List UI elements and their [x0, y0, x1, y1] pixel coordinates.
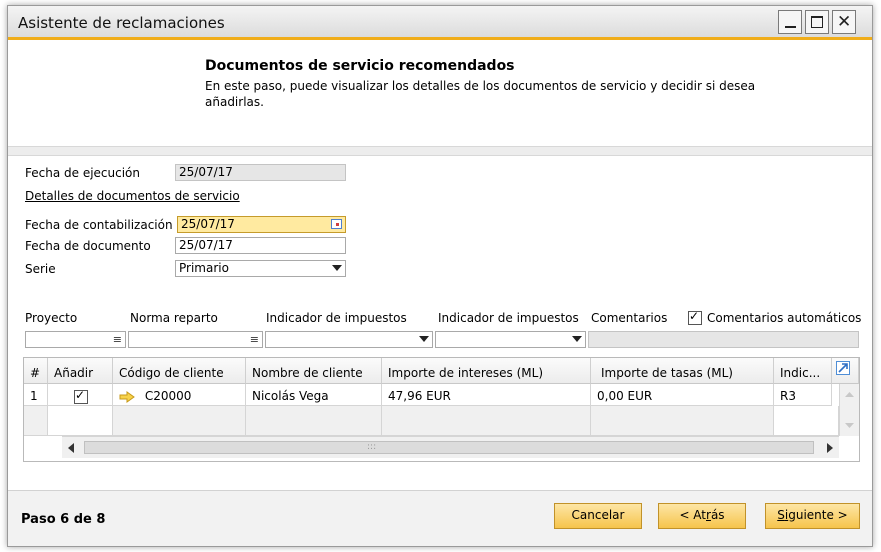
- nombre-cliente-value: Nicolás Vega: [246, 384, 382, 406]
- step-indicator: Paso 6 de 8: [21, 512, 106, 527]
- table-row-empty: [24, 406, 48, 436]
- col-header-indic[interactable]: Indic...: [774, 358, 832, 384]
- back-button[interactable]: < Atrás: [658, 503, 746, 529]
- table-row-empty: [48, 406, 113, 436]
- indicador-value: R3: [774, 384, 832, 406]
- detalles-link[interactable]: Detalles de documentos de servicio: [25, 189, 240, 203]
- fecha-contabilizacion-value: 25/07/17: [181, 217, 235, 231]
- step-description: En este paso, puede visualizar los detal…: [205, 79, 756, 109]
- col-header-nombre[interactable]: Nombre de cliente: [246, 358, 382, 384]
- proyecto-field[interactable]: ≡: [25, 331, 126, 348]
- scroll-thumb[interactable]: :::: [84, 441, 814, 454]
- chevron-down-icon: [572, 336, 582, 342]
- table-row-empty: [774, 406, 839, 436]
- back-label-end: ás: [710, 508, 725, 522]
- maximize-icon: [811, 16, 823, 28]
- next-label-key-s: S: [777, 508, 785, 522]
- fecha-contabilizacion-label: Fecha de contabilización: [25, 218, 173, 232]
- step-header: Documentos de servicio recomendados En e…: [8, 43, 872, 146]
- wizard-window: Asistente de reclamaciones ✕ Documentos …: [7, 5, 873, 547]
- next-label-end: guiente >: [788, 508, 848, 522]
- fecha-ejecucion-label: Fecha de ejecución: [25, 166, 140, 180]
- fecha-documento-field[interactable]: 25/07/17: [175, 237, 346, 254]
- fecha-contabilizacion-field[interactable]: 25/07/17: [177, 216, 346, 233]
- col-header-codigo[interactable]: Código de cliente: [113, 358, 246, 384]
- serie-value: Primario: [179, 261, 229, 275]
- header-separator: [8, 146, 872, 156]
- comentarios-field[interactable]: [588, 331, 859, 348]
- chevron-down-icon: [332, 265, 342, 271]
- expand-arrow-icon[interactable]: [836, 361, 850, 375]
- norma-reparto-label: Norma reparto: [130, 311, 218, 325]
- indicador-impuestos-1-select[interactable]: [265, 331, 433, 348]
- table-row-anadir-cell: [48, 384, 113, 406]
- list-icon[interactable]: ≡: [250, 334, 259, 345]
- comentarios-auto-label: Comentarios automáticos: [707, 311, 862, 325]
- next-button[interactable]: Siguiente >: [765, 503, 860, 529]
- minimize-button[interactable]: [778, 10, 802, 34]
- col-header-tasas[interactable]: Importe de tasas (ML): [591, 358, 774, 384]
- chevron-down-icon: [419, 336, 429, 342]
- horizontal-scrollbar[interactable]: :::: [62, 436, 839, 458]
- col-header-intereses[interactable]: Importe de intereses (ML): [382, 358, 591, 384]
- fecha-ejecucion-field: 25/07/17: [175, 164, 346, 181]
- indicador-impuestos-2-label: Indicador de impuestos: [438, 311, 579, 325]
- proyecto-label: Proyecto: [25, 311, 78, 325]
- back-label-start: < At: [679, 508, 707, 522]
- serie-select[interactable]: Primario: [175, 260, 346, 277]
- fecha-documento-label: Fecha de documento: [25, 239, 151, 253]
- close-button[interactable]: ✕: [832, 10, 856, 34]
- vertical-scrollbar[interactable]: [839, 384, 859, 436]
- anadir-checkbox[interactable]: [74, 388, 88, 404]
- list-icon[interactable]: ≡: [113, 334, 122, 345]
- norma-reparto-field[interactable]: ≡: [128, 331, 263, 348]
- table-row-empty: [113, 406, 246, 436]
- window-title: Asistente de reclamaciones: [18, 14, 225, 32]
- wizard-footer: Paso 6 de 8 Cancelar < Atrás Siguiente >: [8, 490, 872, 546]
- table-row-codigo-cell: C20000: [113, 384, 246, 406]
- scroll-right-icon[interactable]: [827, 443, 833, 453]
- comentarios-label: Comentarios: [591, 311, 668, 325]
- link-arrow-icon[interactable]: [119, 390, 135, 403]
- step-title: Documentos de servicio recomendados: [205, 58, 515, 74]
- serie-label: Serie: [25, 262, 56, 276]
- table-row-empty: [246, 406, 382, 436]
- codigo-cliente-value: C20000: [144, 389, 192, 403]
- title-bar: Asistente de reclamaciones ✕: [8, 6, 872, 40]
- table-row-empty: [591, 406, 774, 436]
- comentarios-auto-checkbox[interactable]: [688, 309, 702, 325]
- expand-column[interactable]: [832, 358, 859, 384]
- scroll-left-icon[interactable]: [68, 443, 74, 453]
- col-header-anadir[interactable]: Añadir: [48, 358, 113, 384]
- importe-tasas-value: 0,00 EUR: [591, 384, 774, 406]
- grip-icon: :::: [367, 442, 377, 452]
- importe-intereses-value: 47,96 EUR: [382, 384, 591, 406]
- calendar-icon[interactable]: [331, 219, 342, 229]
- table-row-num: 1: [24, 384, 48, 406]
- cancel-button[interactable]: Cancelar: [554, 503, 642, 529]
- scroll-arrows-icon[interactable]: [840, 384, 859, 436]
- col-header-num: #: [24, 358, 48, 384]
- minimize-icon: [785, 26, 796, 28]
- table-row-empty: [382, 406, 591, 436]
- maximize-button[interactable]: [805, 10, 829, 34]
- close-icon: ✕: [837, 12, 852, 32]
- indicador-impuestos-1-label: Indicador de impuestos: [266, 311, 407, 325]
- documents-table: # Añadir Código de cliente Nombre de cli…: [23, 357, 860, 462]
- indicador-impuestos-2-select[interactable]: [435, 331, 586, 348]
